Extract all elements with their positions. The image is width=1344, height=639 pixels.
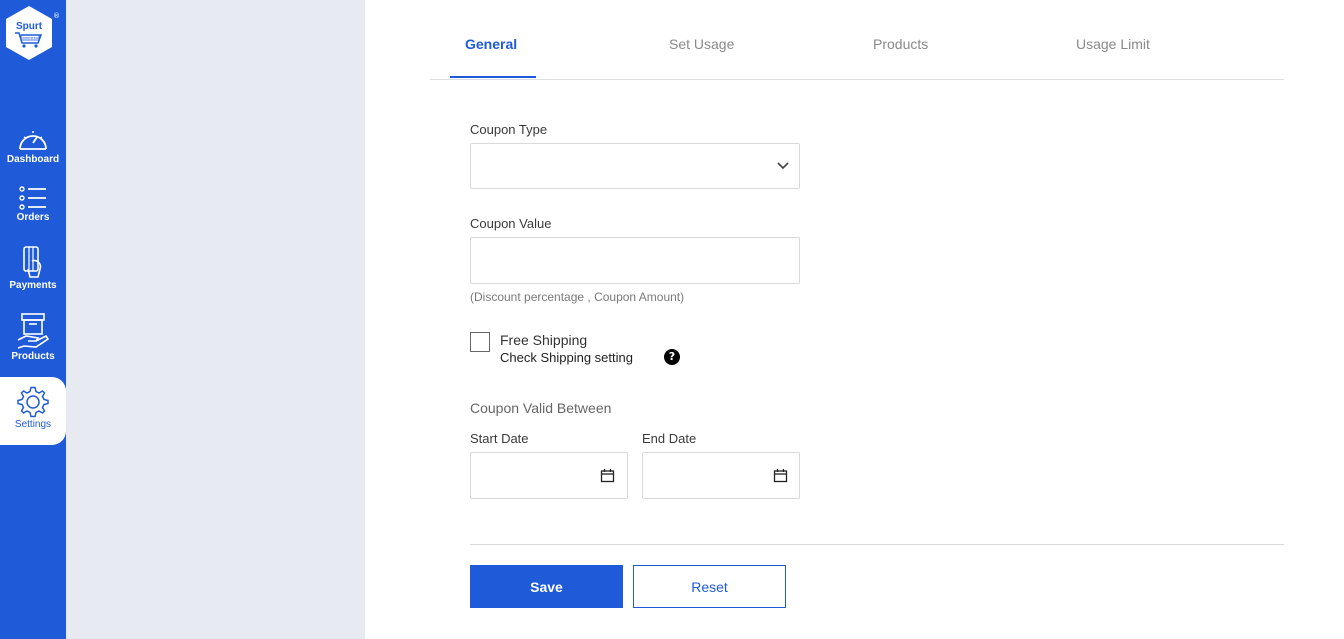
sidebar-item-label: Products (11, 351, 55, 362)
help-icon[interactable]: ? (664, 349, 680, 365)
coupon-value-hint: (Discount percentage , Coupon Amount) (470, 290, 685, 304)
sidebar-item-orders[interactable]: Orders (0, 185, 66, 223)
sidebar-item-products[interactable]: Products (0, 312, 66, 362)
form-divider (470, 544, 1284, 545)
sidebar-item-label: Settings (14, 419, 52, 430)
sidebar-item-label: Payments (9, 280, 57, 291)
svg-text:Spurt: Spurt (16, 21, 43, 32)
tab-general[interactable]: General (465, 36, 517, 52)
spurt-logo[interactable]: Spurt commerce (5, 5, 53, 61)
active-tab-indicator (450, 76, 536, 78)
sidebar-item-payments[interactable]: Payments (0, 245, 66, 291)
check-shipping-setting-text: Check Shipping setting (500, 350, 633, 365)
sidebar-item-settings[interactable]: Settings (0, 377, 66, 445)
payments-card-icon (23, 246, 42, 278)
chevron-down-icon (777, 162, 789, 170)
tab-products[interactable]: Products (873, 36, 928, 52)
start-date-label: Start Date (470, 431, 529, 446)
calendar-icon[interactable] (600, 468, 615, 483)
tab-set-usage[interactable]: Set Usage (669, 36, 734, 52)
coupon-value-label: Coupon Value (470, 216, 552, 231)
tabs-divider (430, 79, 1284, 80)
secondary-panel (66, 0, 365, 639)
svg-text:commerce: commerce (21, 35, 40, 40)
coupon-type-label: Coupon Type (470, 122, 548, 137)
save-button[interactable]: Save (470, 565, 623, 608)
tab-usage-limit[interactable]: Usage Limit (1076, 36, 1150, 52)
coupon-valid-between-heading: Coupon Valid Between (470, 400, 612, 416)
coupon-value-input[interactable] (470, 237, 800, 284)
free-shipping-checkbox[interactable] (470, 332, 490, 352)
end-date-label: End Date (642, 431, 697, 446)
orders-list-icon (19, 186, 46, 210)
reset-button[interactable]: Reset (633, 565, 786, 608)
sidebar: Spurt commerce ® Dashboard Orders Paymen… (0, 0, 66, 639)
registered-mark: ® (53, 12, 60, 20)
products-box-icon (17, 313, 50, 349)
free-shipping-label: Free Shipping (500, 332, 588, 348)
sidebar-item-label: Dashboard (6, 154, 60, 165)
dashboard-gauge-icon (19, 131, 47, 150)
sidebar-item-label: Orders (16, 212, 50, 223)
sidebar-item-dashboard[interactable]: Dashboard (0, 125, 66, 165)
coupon-type-select[interactable] (470, 143, 800, 189)
calendar-icon[interactable] (773, 468, 788, 483)
settings-gear-icon (17, 386, 49, 418)
